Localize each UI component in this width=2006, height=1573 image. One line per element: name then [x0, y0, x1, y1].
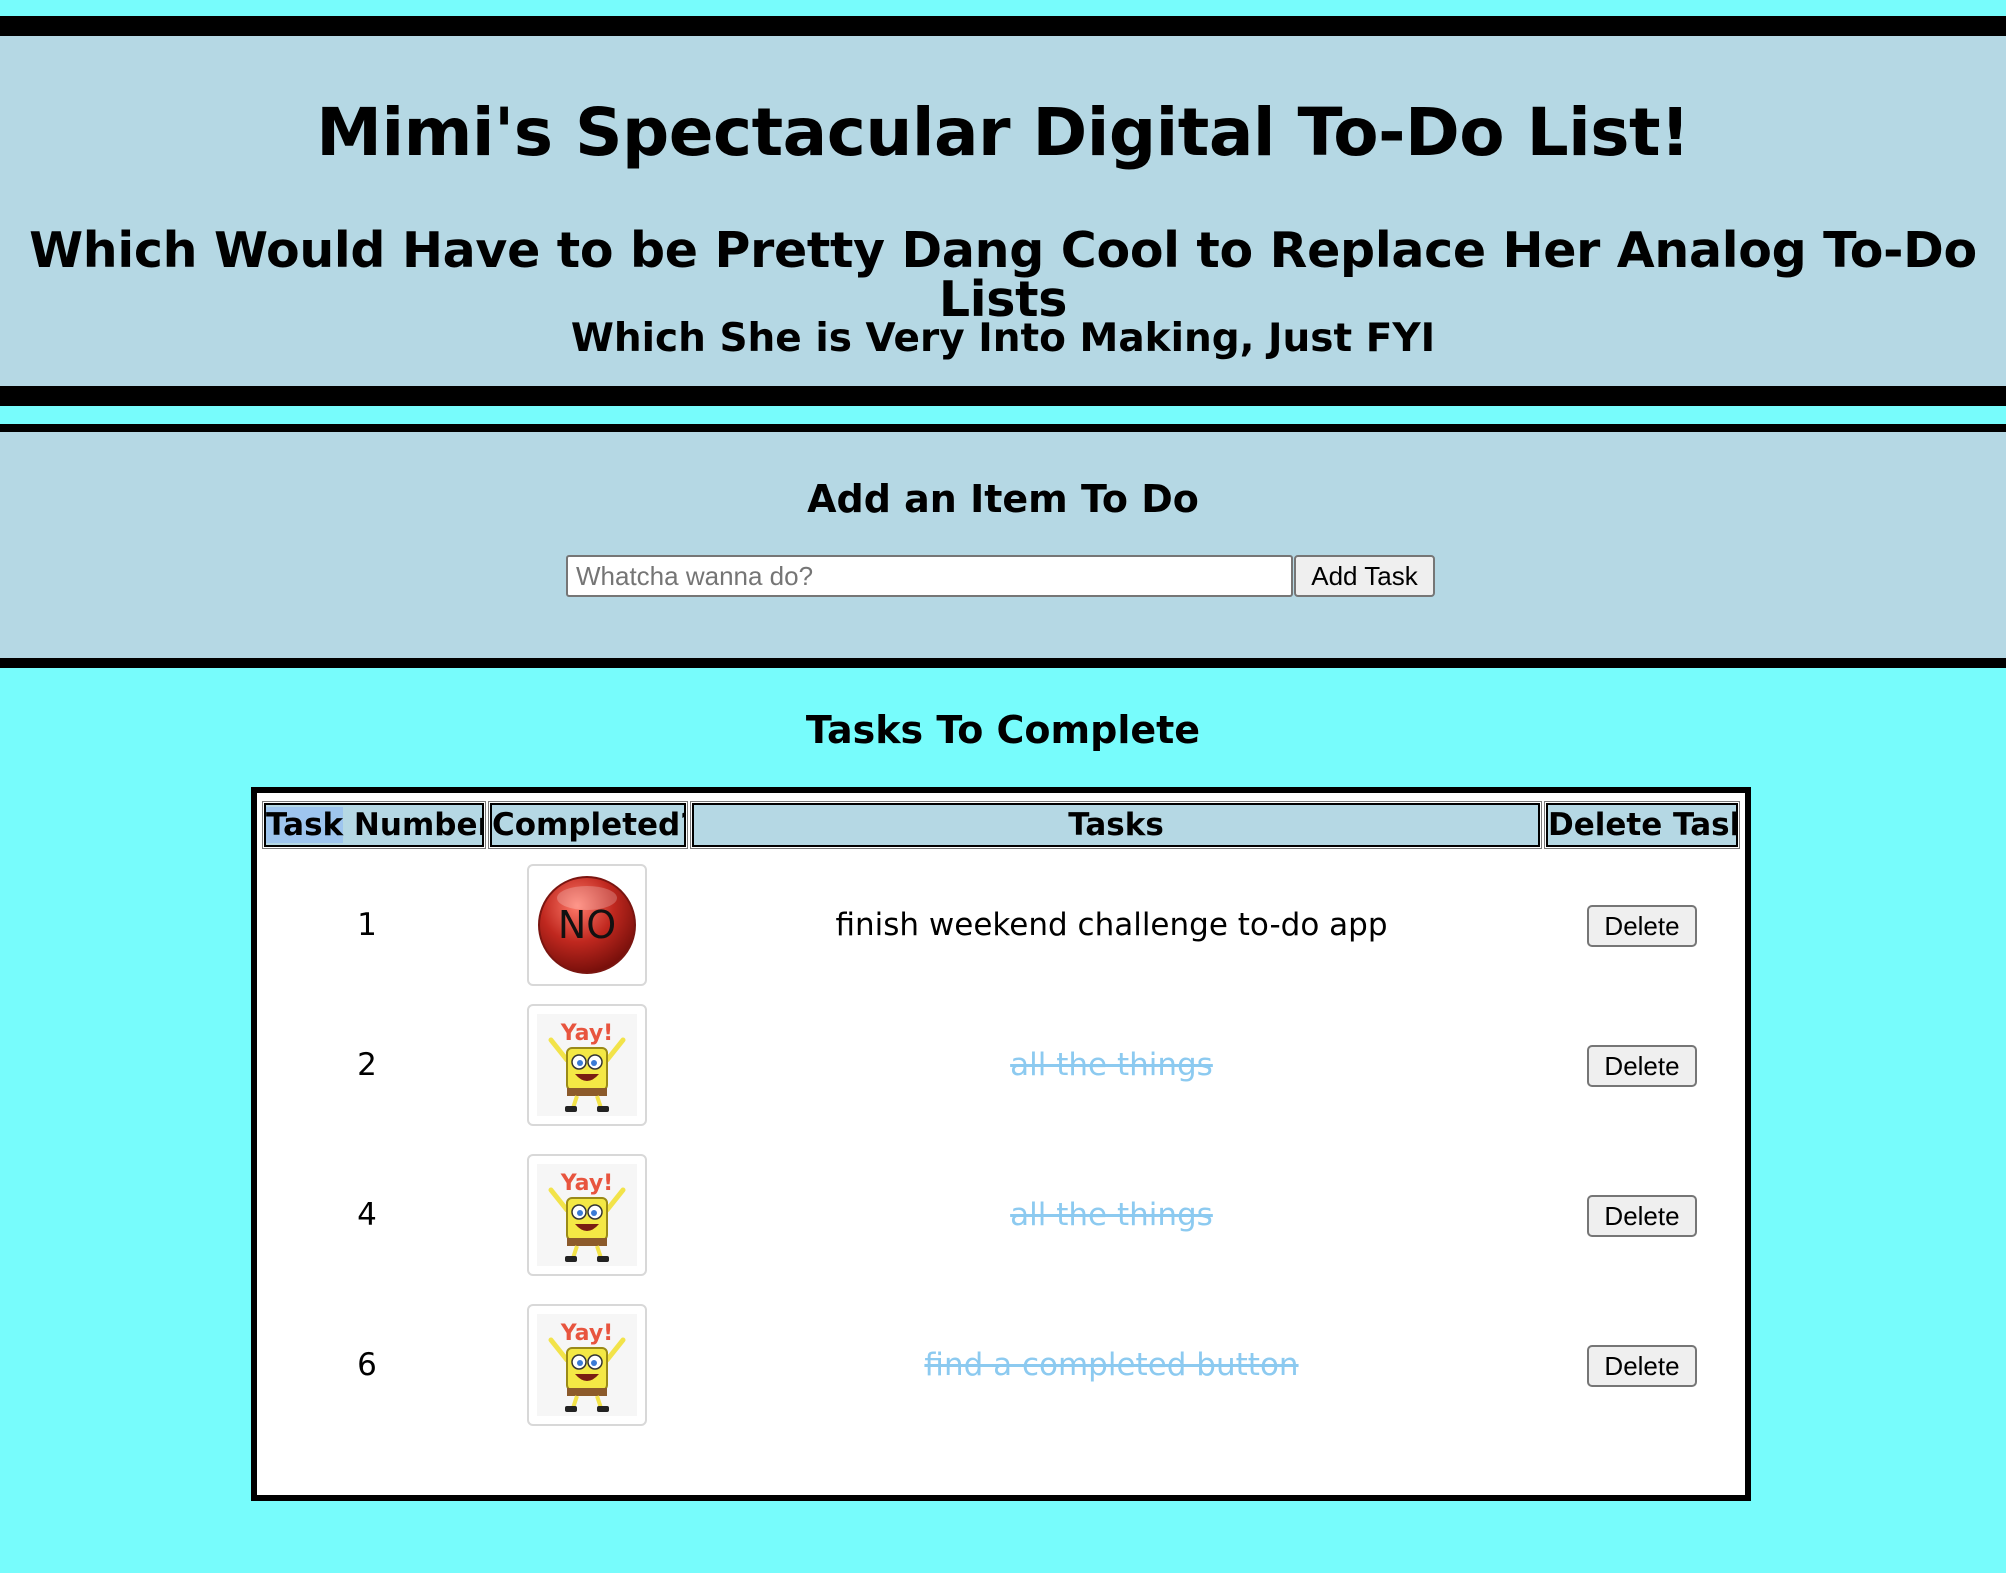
task-number: 2: [357, 1047, 377, 1083]
yay-badge-text: Yay!: [560, 1321, 613, 1346]
tasks-table: Task Number Completed? Tasks Delete Task…: [251, 787, 1751, 1501]
spongebob-yay-icon: Yay!: [537, 1314, 637, 1416]
column-header-task-number: Task Number: [262, 801, 486, 849]
task-text: find a completed button: [924, 1347, 1299, 1383]
no-badge-icon: NO: [538, 876, 636, 974]
add-task-button[interactable]: Add Task: [1294, 555, 1435, 597]
spongebob-yay-icon: Yay!: [537, 1014, 637, 1116]
task-text: all the things: [1010, 1197, 1213, 1233]
spongebob-yay-icon: Yay!: [537, 1164, 637, 1266]
delete-task-button[interactable]: Delete: [1587, 905, 1697, 947]
add-task-heading: Add an Item To Do: [807, 477, 1199, 521]
yay-badge-text: Yay!: [560, 1171, 613, 1196]
column-header-tasks: Tasks: [690, 801, 1542, 849]
add-task-section: Add an Item To Do Add Task: [0, 424, 2006, 668]
page-title: Mimi's Spectacular Digital To-Do List!: [316, 94, 1690, 171]
completed-toggle[interactable]: Yay!: [527, 1004, 647, 1126]
task-row: 4 Yay! all the things Delete: [257, 1150, 1745, 1280]
completed-toggle[interactable]: Yay!: [527, 1304, 647, 1426]
page-subtitle: Which Would Have to be Pretty Dang Cool …: [29, 222, 1977, 328]
delete-task-button[interactable]: Delete: [1587, 1345, 1697, 1387]
delete-task-button[interactable]: Delete: [1587, 1045, 1697, 1087]
column-header-completed: Completed?: [488, 801, 688, 849]
task-number: 6: [357, 1347, 377, 1383]
column-header-delete-task: Delete Task: [1544, 801, 1740, 849]
task-input[interactable]: [566, 555, 1293, 597]
page-tagline: Which She is Very Into Making, Just FYI: [570, 316, 1436, 361]
completed-toggle[interactable]: NO: [527, 864, 647, 986]
task-row: 6 Yay! find a completed button Delete: [257, 1300, 1745, 1430]
no-badge-text: NO: [558, 903, 616, 947]
task-number: 4: [357, 1197, 377, 1233]
task-row: 1 NO finish weekend challenge to-do app Del…: [257, 860, 1745, 990]
task-text: all the things: [1010, 1047, 1213, 1083]
task-number: 1: [357, 907, 377, 943]
yay-badge-text: Yay!: [560, 1021, 613, 1046]
column-header-task-number-rest: Number: [343, 807, 484, 843]
delete-task-button[interactable]: Delete: [1587, 1195, 1697, 1237]
completed-toggle[interactable]: Yay!: [527, 1154, 647, 1276]
column-header-task-number-highlight: Task: [266, 807, 344, 843]
tasks-heading: Tasks To Complete: [805, 708, 1201, 752]
task-row: 2 Yay! all the things Delete: [257, 1000, 1745, 1130]
task-text: finish weekend challenge to-do app: [835, 907, 1388, 943]
page-header: Mimi's Spectacular Digital To-Do List! W…: [0, 16, 2006, 406]
